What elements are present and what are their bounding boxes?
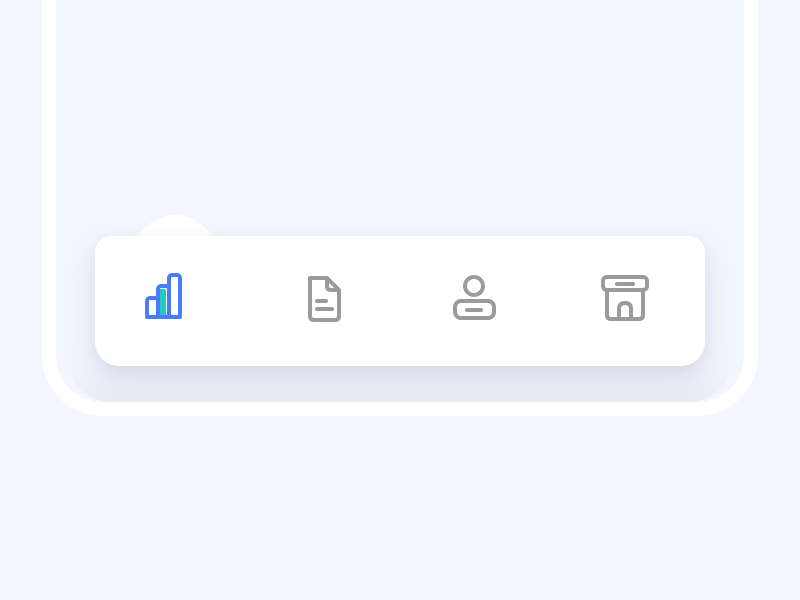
frame-inner-shade <box>70 362 730 402</box>
store-icon <box>601 275 649 321</box>
document-icon <box>308 276 341 322</box>
bar-chart-icon <box>145 273 182 319</box>
tab-documents[interactable] <box>290 264 360 334</box>
tab-store[interactable] <box>590 264 660 334</box>
tab-profile[interactable] <box>440 264 510 334</box>
bottom-tab-bar <box>95 236 705 366</box>
user-icon <box>453 275 496 320</box>
tab-analytics[interactable] <box>135 264 205 334</box>
